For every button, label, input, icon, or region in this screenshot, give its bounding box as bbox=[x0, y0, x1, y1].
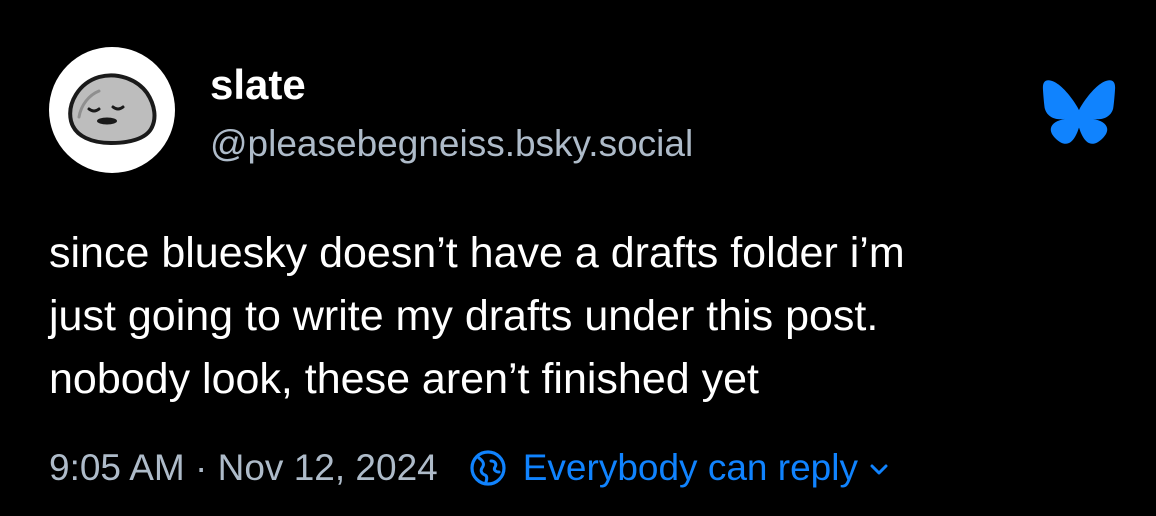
globe-icon bbox=[470, 450, 506, 486]
post-text: since bluesky doesn’t have a drafts fold… bbox=[49, 222, 1139, 411]
reply-setting-label[interactable]: Everybody can reply bbox=[523, 447, 858, 489]
post-footer: 9:05 AM · Nov 12, 2024 Everybody can rep… bbox=[49, 444, 888, 492]
bluesky-butterfly-icon[interactable] bbox=[1041, 79, 1117, 145]
reply-setting-button[interactable]: Everybody can reply bbox=[438, 447, 888, 489]
post-text-line: just going to write my drafts under this… bbox=[49, 292, 879, 340]
post-timestamp[interactable]: 9:05 AM · Nov 12, 2024 bbox=[49, 447, 438, 489]
chevron-down-icon[interactable] bbox=[870, 464, 888, 476]
post-text-line: since bluesky doesn’t have a drafts fold… bbox=[49, 229, 905, 277]
rock-avatar-icon bbox=[68, 73, 157, 145]
user-handle[interactable]: @pleasebegneiss.bsky.social bbox=[210, 121, 693, 167]
display-name[interactable]: slate bbox=[210, 60, 306, 110]
post-text-line: nobody look, these aren’t finished yet bbox=[49, 355, 759, 403]
avatar[interactable] bbox=[49, 47, 175, 173]
